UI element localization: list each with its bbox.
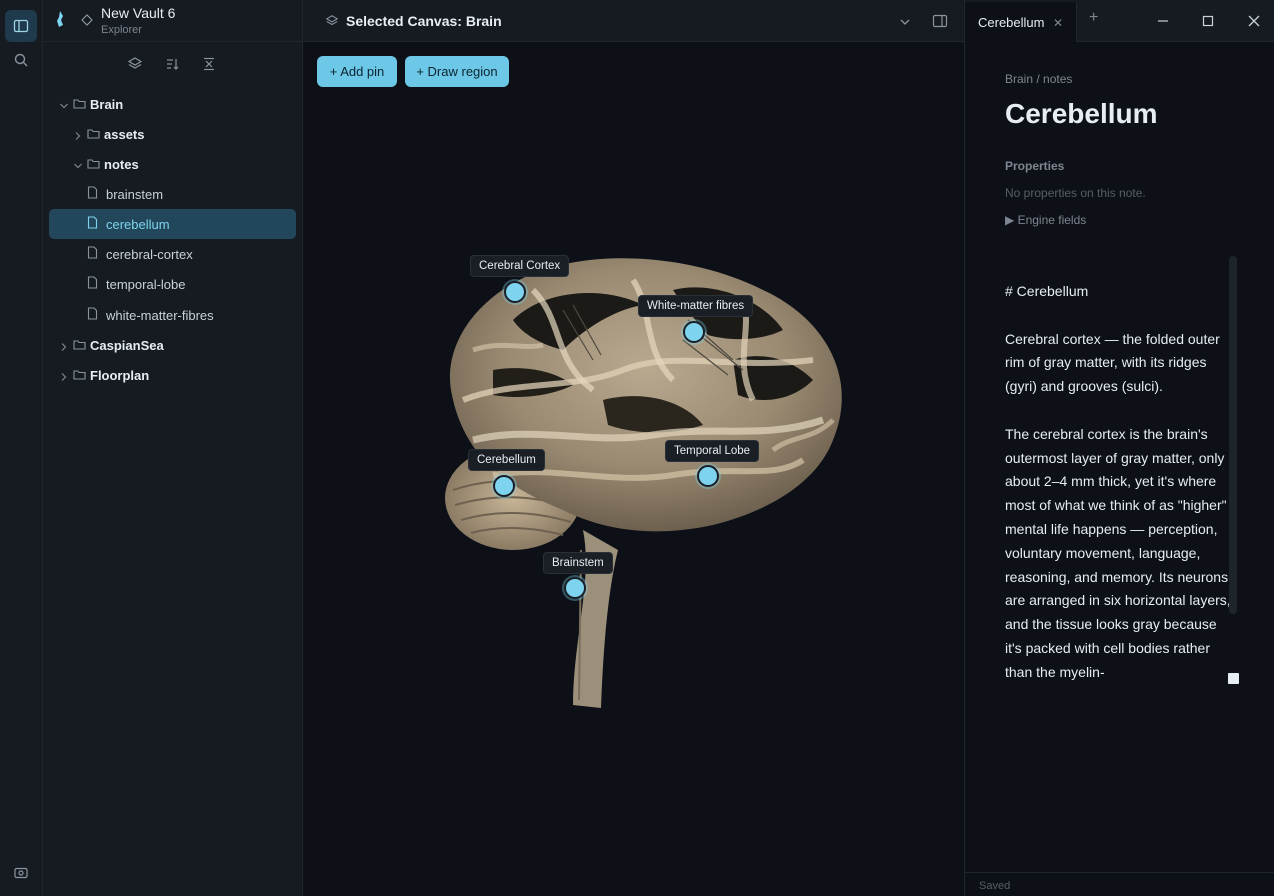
properties-empty: No properties on this note. (1005, 186, 1146, 200)
pin-temporal-lobe[interactable] (697, 465, 719, 487)
engine-fields-toggle[interactable]: ▶ Engine fields (1005, 213, 1086, 227)
chevron-down-icon[interactable] (73, 159, 83, 169)
editor-heading: # Cerebellum (1005, 283, 1089, 299)
explorer-subtitle: Explorer (101, 24, 142, 36)
folder-icon (73, 97, 86, 112)
explorer-toolbar (43, 54, 303, 76)
tab-label: Cerebellum (978, 15, 1045, 30)
chevron-right-icon[interactable] (59, 340, 69, 351)
tree-file-cerebral-cortex[interactable]: cerebral-cortex (49, 239, 296, 269)
tree-label: brainstem (106, 186, 164, 202)
close-icon[interactable]: ✕ (1053, 16, 1063, 30)
vault-logo-icon (55, 11, 65, 32)
vault-switch-icon[interactable] (81, 13, 93, 31)
file-icon (87, 276, 98, 292)
new-tab-icon[interactable]: + (1089, 9, 1098, 27)
editor-paragraph: Cerebral cortex — the folded outer rim o… (1005, 330, 1220, 395)
minimize-icon[interactable] (1153, 11, 1173, 31)
pin-label-brainstem[interactable]: Brainstem (543, 552, 613, 574)
tree-label: notes (104, 156, 139, 172)
sort-icon[interactable] (162, 54, 182, 74)
breadcrumb[interactable]: Brain / notes (1005, 72, 1072, 86)
note-title: Cerebellum (1005, 98, 1158, 129)
canvas-title: Selected Canvas: Brain (346, 13, 502, 29)
tree-file-brainstem[interactable]: brainstem (49, 179, 296, 209)
tree-label: cerebral-cortex (106, 246, 193, 262)
chevron-down-icon[interactable] (899, 15, 911, 33)
ribbon (0, 0, 43, 896)
chevron-right-icon[interactable] (73, 129, 83, 140)
tree-file-cerebellum[interactable]: cerebellum (49, 209, 296, 239)
add-pin-button[interactable]: + Add pin (317, 56, 397, 87)
vault-header: New Vault 6 Explorer (43, 0, 303, 42)
pin-white-matter-fibres[interactable] (683, 321, 705, 343)
tab-bar: Cerebellum ✕ + (965, 0, 1274, 42)
chevron-down-icon[interactable] (59, 99, 69, 109)
layers-icon (325, 14, 339, 33)
tree-label: cerebellum (106, 216, 170, 232)
search-icon[interactable] (5, 44, 37, 76)
maximize-icon[interactable] (1198, 11, 1218, 31)
status-bar: Saved (965, 872, 1274, 896)
file-icon (87, 186, 98, 202)
folder-icon (73, 338, 86, 353)
tree-file-temporal-lobe[interactable]: temporal-lobe (49, 269, 296, 299)
pin-label-white-matter-fibres[interactable]: White-matter fibres (638, 295, 754, 317)
vault-name[interactable]: New Vault 6 (101, 5, 175, 21)
tree-label: CaspianSea (90, 337, 164, 353)
tab-cerebellum[interactable]: Cerebellum ✕ (965, 2, 1077, 42)
pin-cerebellum[interactable] (493, 475, 515, 497)
folder-icon (87, 127, 100, 142)
canvas-header: Selected Canvas: Brain (303, 0, 964, 42)
tree-label: temporal-lobe (106, 276, 186, 292)
tree-folder-floorplan[interactable]: Floorplan (49, 360, 296, 390)
editor-paragraph: The cerebral cortex is the brain's outer… (1005, 425, 1231, 680)
tree-label: white-matter-fibres (106, 307, 214, 323)
split-view-icon[interactable] (932, 13, 948, 34)
tree-label: Floorplan (90, 367, 150, 383)
sidebar-toggle-icon[interactable] (5, 10, 37, 42)
tree-folder-notes[interactable]: notes (49, 149, 296, 179)
file-icon (87, 216, 98, 232)
collapse-all-icon[interactable] (199, 54, 219, 74)
pin-label-cerebral-cortex[interactable]: Cerebral Cortex (470, 255, 570, 277)
tree-folder-brain[interactable]: Brain (49, 89, 296, 119)
file-icon (87, 307, 98, 323)
folder-icon (87, 157, 100, 172)
chevron-right-icon[interactable] (59, 370, 69, 381)
folder-icon (73, 368, 86, 383)
pin-label-temporal-lobe[interactable]: Temporal Lobe (665, 440, 760, 462)
canvas-view: Selected Canvas: Brain + Add pin + Draw … (303, 0, 964, 896)
tree-label: Brain (90, 96, 124, 112)
pin-brainstem[interactable] (564, 577, 586, 599)
properties-heading: Properties (1005, 159, 1065, 173)
draw-region-button[interactable]: + Draw region (405, 56, 509, 87)
note-editor[interactable]: # Cerebellum Cerebral cortex — the folde… (1005, 280, 1233, 684)
editor-scrollbar[interactable] (1229, 256, 1237, 614)
save-status: Saved (979, 880, 1011, 892)
resize-handle[interactable] (1228, 673, 1239, 684)
file-explorer: New Vault 6 Explorer Brain assets notes bra… (43, 0, 303, 896)
tree-file-white-matter-fibres[interactable]: white-matter-fibres (49, 300, 296, 330)
pin-label-cerebellum[interactable]: Cerebellum (468, 449, 545, 471)
tree-folder-caspiansea[interactable]: CaspianSea (49, 330, 296, 360)
close-window-icon[interactable] (1244, 11, 1264, 31)
camera-icon[interactable] (5, 857, 37, 889)
tree-label: assets (104, 126, 145, 142)
note-pane: Cerebellum ✕ + Brain / notes Cerebellum … (964, 0, 1274, 896)
file-icon (87, 246, 98, 262)
pin-cerebral-cortex[interactable] (504, 281, 526, 303)
layers-icon[interactable] (125, 54, 145, 74)
tree-folder-assets[interactable]: assets (49, 119, 296, 149)
